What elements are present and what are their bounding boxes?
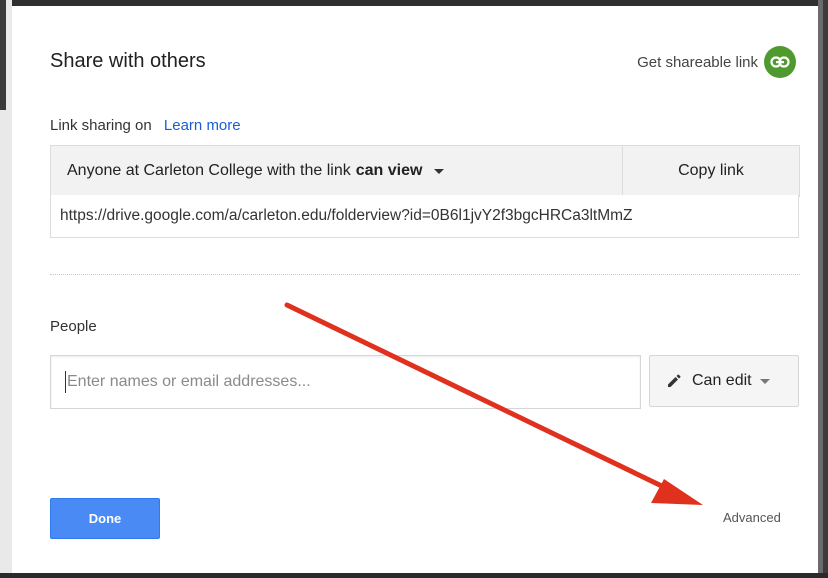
link-icon-glyph: [770, 56, 790, 68]
section-divider: [50, 274, 800, 275]
people-search-input[interactable]: Enter names or email addresses...: [50, 355, 641, 409]
backdrop-bottom: [0, 573, 828, 578]
permission-label: Can edit: [692, 372, 752, 389]
link-access-prefix: Anyone at Carleton College with the link: [67, 162, 351, 179]
text-cursor: [65, 371, 66, 393]
done-button[interactable]: Done: [50, 498, 160, 539]
backdrop-right-bar: [823, 0, 828, 578]
get-shareable-link-button[interactable]: Get shareable link: [637, 46, 796, 78]
backdrop-left-bar: [0, 0, 6, 110]
link-access-dropdown[interactable]: Anyone at Carleton College with the link…: [51, 146, 623, 196]
share-url-field[interactable]: https://drive.google.com/a/carleton.edu/…: [50, 195, 799, 238]
link-access-level: can view: [355, 162, 423, 179]
link-access-row: Anyone at Carleton College with the link…: [50, 145, 800, 197]
link-sharing-label: Link sharing on: [50, 117, 152, 134]
get-shareable-link-label: Get shareable link: [637, 53, 758, 71]
pencil-icon: [668, 374, 681, 387]
learn-more-link[interactable]: Learn more: [164, 117, 241, 134]
people-input-placeholder: Enter names or email addresses...: [67, 373, 311, 390]
dialog-title: Share with others: [50, 50, 206, 72]
permission-dropdown[interactable]: Can edit: [649, 355, 799, 407]
people-label: People: [50, 318, 97, 335]
copy-link-button[interactable]: Copy link: [623, 146, 799, 196]
link-icon[interactable]: [764, 46, 796, 78]
link-sharing-status: Link sharing on Learn more: [50, 117, 241, 134]
chevron-down-icon: [434, 168, 445, 174]
backdrop-left: [0, 0, 12, 578]
backdrop-right: [818, 0, 828, 578]
chevron-down-icon: [759, 378, 770, 384]
advanced-link[interactable]: Advanced: [723, 510, 781, 525]
share-dialog: Share with others Get shareable link Lin…: [12, 6, 818, 573]
